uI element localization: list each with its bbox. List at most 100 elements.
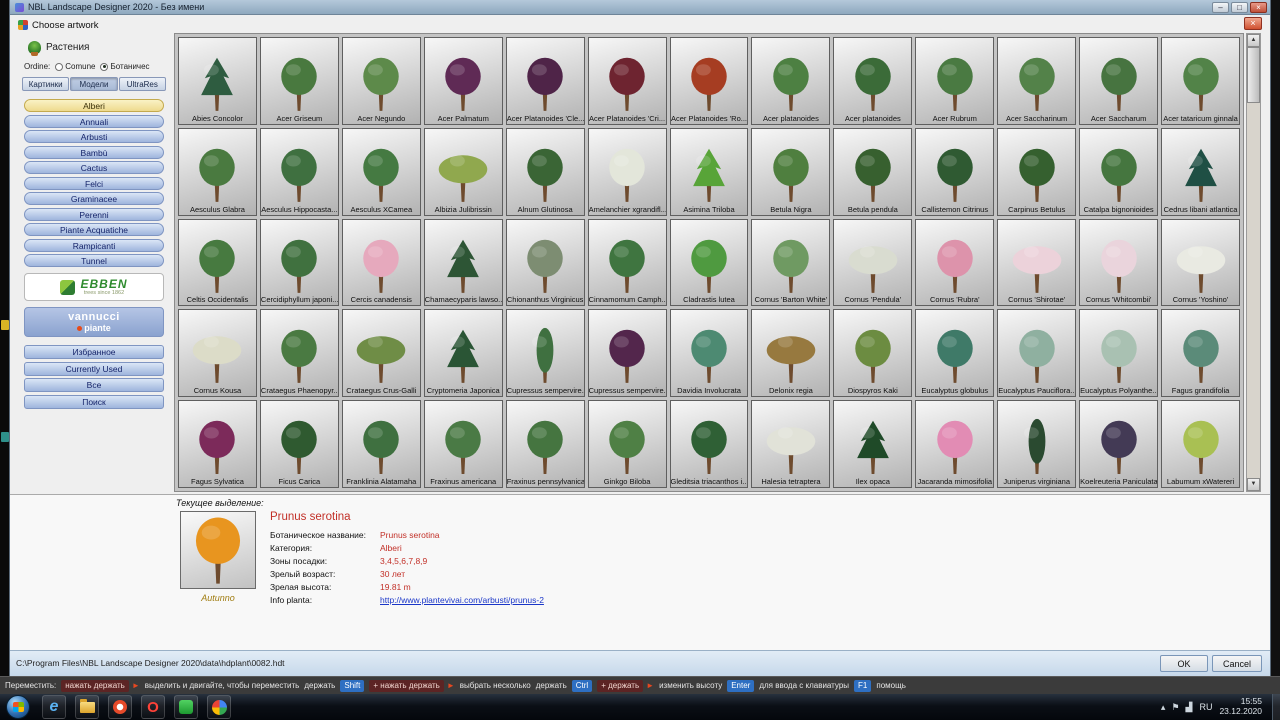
clock[interactable]: 15:55 23.12.2020 xyxy=(1219,697,1262,717)
plant-cell[interactable]: Ginkgo Biloba xyxy=(588,400,667,488)
category-arbusti[interactable]: Arbusti xyxy=(24,130,164,143)
category-perenni[interactable]: Perenni xyxy=(24,208,164,221)
plant-cell[interactable]: Cornus 'Yoshino' xyxy=(1161,219,1240,307)
plant-cell[interactable]: Asimina Triloba xyxy=(670,128,749,216)
language-indicator[interactable]: RU xyxy=(1199,702,1212,712)
category-alberi[interactable]: Alberi xyxy=(24,99,164,112)
plant-cell[interactable]: Eucalyptus globulus xyxy=(915,309,994,397)
plant-cell[interactable]: Acer Saccharinum xyxy=(997,37,1076,125)
plant-cell[interactable]: Alnum Glutinosa xyxy=(506,128,585,216)
plant-cell[interactable]: Acer Platanoides 'Cle... xyxy=(506,37,585,125)
info-planta-link[interactable]: http://www.plantevivai.com/arbusti/prunu… xyxy=(380,595,544,605)
category-bamb[interactable]: Bambù xyxy=(24,146,164,159)
plant-cell[interactable]: Cercis canadensis xyxy=(342,219,421,307)
grid-scrollbar[interactable]: ▲ ▼ xyxy=(1246,33,1261,492)
category-piante-acquatiche[interactable]: Piante Acquatiche xyxy=(24,223,164,236)
red-app-icon[interactable] xyxy=(108,695,132,719)
plant-cell[interactable]: Cinnamomum Camph... xyxy=(588,219,667,307)
plant-cell[interactable]: Cercidiphyllum japoni... xyxy=(260,219,339,307)
close-button[interactable]: × xyxy=(1250,2,1267,13)
sidebar-button-currently-used[interactable]: Currently Used xyxy=(24,362,164,376)
plant-cell[interactable]: Acer platanoides xyxy=(833,37,912,125)
plant-cell[interactable]: Davidia Involucrata xyxy=(670,309,749,397)
category-cactus[interactable]: Cactus xyxy=(24,161,164,174)
tab-картинки[interactable]: Картинки xyxy=(22,77,69,91)
action-center-icon[interactable]: ⚑ xyxy=(1171,702,1179,713)
plant-cell[interactable]: Cornus Kousa xyxy=(178,309,257,397)
desktop-icon[interactable] xyxy=(1,432,9,442)
tab-ultrares[interactable]: UltraRes xyxy=(119,77,166,91)
opera-icon[interactable]: O xyxy=(141,695,165,719)
plant-cell[interactable]: Acer Palmatum xyxy=(424,37,503,125)
plant-cell[interactable]: Abies Concolor xyxy=(178,37,257,125)
plant-cell[interactable]: Cornus 'Pendula' xyxy=(833,219,912,307)
category-graminacee[interactable]: Graminacee xyxy=(24,192,164,205)
plant-cell[interactable]: Franklinia Alatamaha xyxy=(342,400,421,488)
category-tunnel[interactable]: Tunnel xyxy=(24,254,164,267)
plant-cell[interactable]: Cornus 'Barton White' xyxy=(751,219,830,307)
plant-cell[interactable]: Aesculus XCamea xyxy=(342,128,421,216)
plant-cell[interactable]: Labumum xWatereri xyxy=(1161,400,1240,488)
plant-cell[interactable]: Gleditsia triacanthos i... xyxy=(670,400,749,488)
plant-cell[interactable]: Crataegus Crus-Galli xyxy=(342,309,421,397)
color-app-icon[interactable] xyxy=(207,695,231,719)
plant-cell[interactable]: Carpinus Betulus xyxy=(997,128,1076,216)
plant-cell[interactable]: Ilex opaca xyxy=(833,400,912,488)
plant-cell[interactable]: Acer Negundo xyxy=(342,37,421,125)
plant-cell[interactable]: Crataegus Phaenopyr... xyxy=(260,309,339,397)
green-app-icon[interactable] xyxy=(174,695,198,719)
cancel-button[interactable]: Cancel xyxy=(1212,655,1262,672)
plant-cell[interactable]: Betula Nigra xyxy=(751,128,830,216)
plant-cell[interactable]: Cornus 'Rubra' xyxy=(915,219,994,307)
plant-cell[interactable]: Callistemon Citrinus xyxy=(915,128,994,216)
plant-cell[interactable]: Chionanthus Virginicus xyxy=(506,219,585,307)
category-annuali[interactable]: Annuali xyxy=(24,115,164,128)
plant-cell[interactable]: Fraxinus americana xyxy=(424,400,503,488)
minimize-button[interactable]: – xyxy=(1212,2,1229,13)
plant-cell[interactable]: Acer Griseum xyxy=(260,37,339,125)
plant-cell[interactable]: Halesia tetraptera xyxy=(751,400,830,488)
plant-cell[interactable]: Juniperus virginiana xyxy=(997,400,1076,488)
ordine-option-ботаничес[interactable]: Ботаничес xyxy=(100,62,149,71)
plant-cell[interactable]: Amelanchier xgrandifl... xyxy=(588,128,667,216)
maximize-button[interactable]: □ xyxy=(1231,2,1248,13)
vannucci-button[interactable]: vannucci piante xyxy=(24,307,164,337)
plant-cell[interactable]: Celtis Occidentalis xyxy=(178,219,257,307)
scroll-down-button[interactable]: ▼ xyxy=(1247,478,1260,491)
plant-cell[interactable]: Koelreuteria Paniculata xyxy=(1079,400,1158,488)
plant-cell[interactable]: Delonix regia xyxy=(751,309,830,397)
scrollbar-thumb[interactable] xyxy=(1247,47,1260,103)
window-titlebar[interactable]: NBL Landscape Designer 2020 - Без имени … xyxy=(10,0,1270,15)
plant-cell[interactable]: Eucalyptus Polyanthe... xyxy=(1079,309,1158,397)
ok-button[interactable]: OK xyxy=(1160,655,1208,672)
plant-cell[interactable]: Fagus Sylvatica xyxy=(178,400,257,488)
plant-cell[interactable]: Acer platanoides xyxy=(751,37,830,125)
sidebar-button-все[interactable]: Все xyxy=(24,378,164,392)
sidebar-button-поиск[interactable]: Поиск xyxy=(24,395,164,409)
plant-cell[interactable]: Fraxinus pennsylvanica xyxy=(506,400,585,488)
desktop-icon[interactable] xyxy=(1,320,9,330)
plant-cell[interactable]: Cupressus sempervire... xyxy=(588,309,667,397)
tab-модели[interactable]: Модели xyxy=(70,77,117,91)
show-desktop-button[interactable] xyxy=(1272,694,1280,720)
hidden-icons-button[interactable]: ▴ xyxy=(1161,702,1166,713)
plant-cell[interactable]: Cedrus libani atlantica xyxy=(1161,128,1240,216)
plant-cell[interactable]: Eucalyptus Pauciflora... xyxy=(997,309,1076,397)
plant-cell[interactable]: Cryptomeria Japonica xyxy=(424,309,503,397)
plant-cell[interactable]: Cupressus sempervire... xyxy=(506,309,585,397)
plant-cell[interactable]: Albizia Julibrissin xyxy=(424,128,503,216)
plant-cell[interactable]: Chamaecyparis lawso... xyxy=(424,219,503,307)
category-rampicanti[interactable]: Rampicanti xyxy=(24,239,164,252)
start-button[interactable] xyxy=(6,695,30,719)
ordine-option-comune[interactable]: Comune xyxy=(55,62,95,71)
plant-cell[interactable]: Ficus Carica xyxy=(260,400,339,488)
plant-cell[interactable]: Acer tataricum ginnala xyxy=(1161,37,1240,125)
plant-cell[interactable]: Diospyros Kaki xyxy=(833,309,912,397)
plant-cell[interactable]: Fagus grandifolia xyxy=(1161,309,1240,397)
scroll-up-button[interactable]: ▲ xyxy=(1247,34,1260,47)
plant-cell[interactable]: Aesculus Hippocasta... xyxy=(260,128,339,216)
edge-browser-icon[interactable]: e xyxy=(42,695,66,719)
plant-cell[interactable]: Cladrastis lutea xyxy=(670,219,749,307)
plant-cell[interactable]: Acer Rubrum xyxy=(915,37,994,125)
plant-cell[interactable]: Cornus 'Whitcombii' xyxy=(1079,219,1158,307)
